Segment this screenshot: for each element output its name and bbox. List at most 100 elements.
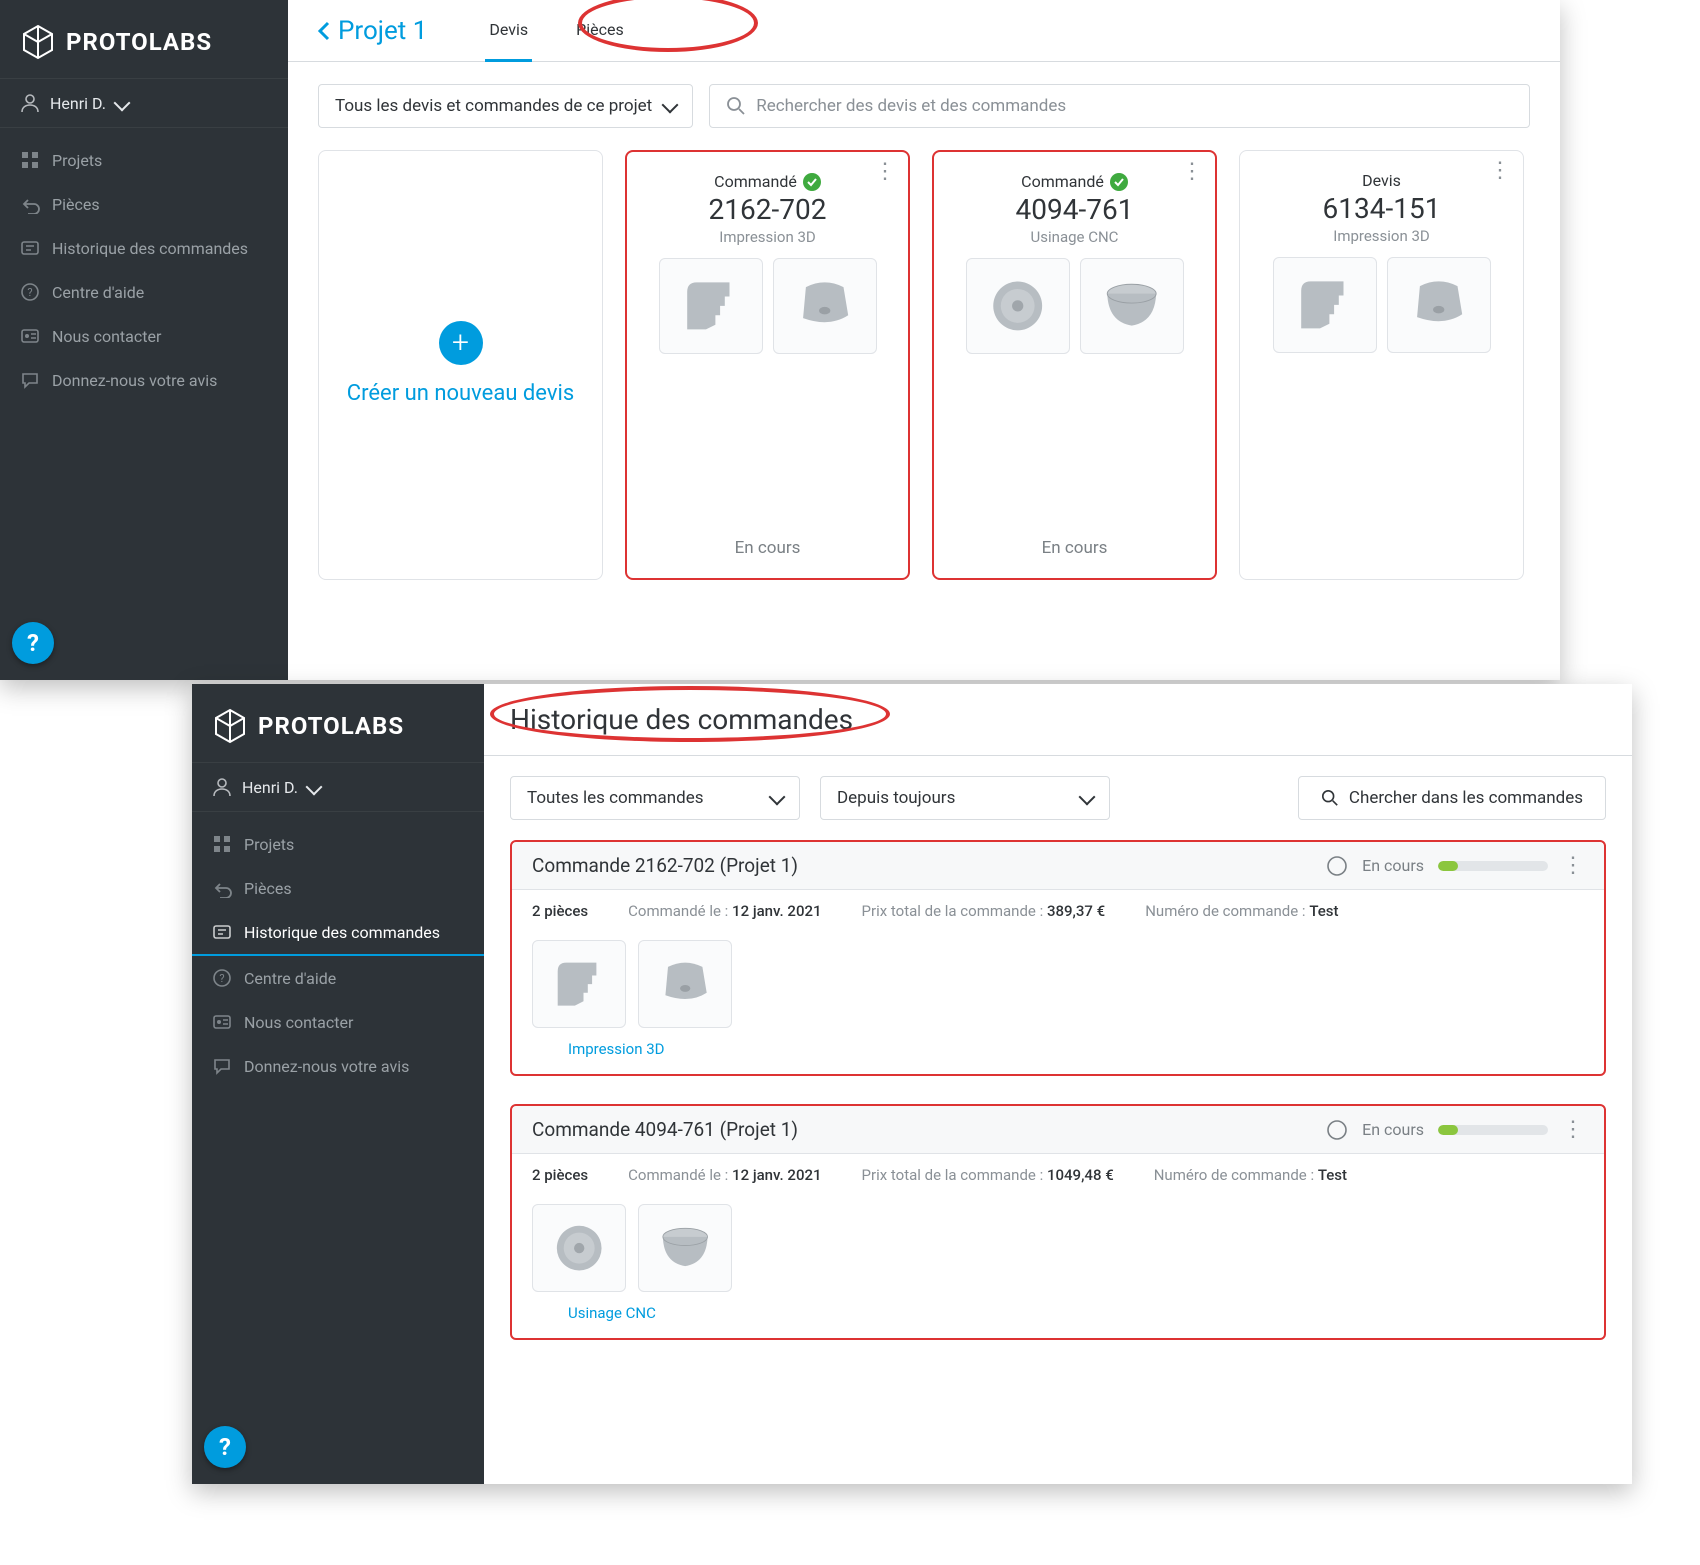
undo-icon bbox=[20, 194, 40, 214]
order-pieces: 2 pièces bbox=[532, 902, 588, 920]
undo-icon bbox=[212, 878, 232, 898]
card-footer-status: En cours bbox=[1042, 538, 1108, 558]
order-menu-button[interactable]: ⋮ bbox=[1562, 860, 1584, 871]
order-title: Commande 4094-761 (Projet 1) bbox=[532, 1118, 798, 1141]
sidebar-item-label: Projets bbox=[244, 835, 294, 854]
help-bubble-button[interactable]: ? bbox=[12, 622, 54, 664]
order-header[interactable]: Commande 4094-761 (Projet 1) En cours ⋮ bbox=[512, 1106, 1604, 1154]
order-title: Commande 2162-702 (Projet 1) bbox=[532, 854, 798, 877]
sidebar-item-label: Centre d'aide bbox=[52, 283, 144, 302]
quote-cards: + Créer un nouveau devis ⋮ Commandé 2162… bbox=[288, 150, 1560, 580]
nav-list: Projets Pièces Historique des commandes … bbox=[192, 812, 484, 1088]
sidebar-item-historique[interactable]: Historique des commandes bbox=[192, 910, 484, 956]
sidebar-item-aide[interactable]: Centre d'aide bbox=[192, 956, 484, 1000]
order-number: Test bbox=[1318, 1166, 1347, 1184]
card-quote-number: 2162-702 bbox=[709, 193, 827, 226]
chevron-down-icon bbox=[771, 788, 783, 808]
contact-icon bbox=[20, 326, 40, 346]
order-number: Test bbox=[1309, 902, 1338, 920]
filter-label: Depuis toujours bbox=[837, 788, 955, 808]
chevron-down-icon bbox=[664, 96, 676, 116]
tab-pieces[interactable]: Pièces bbox=[572, 0, 628, 62]
sidebar: PROTOLABS Henri D. Projets Pièces Histor… bbox=[0, 0, 288, 680]
user-name: Henri D. bbox=[50, 94, 106, 113]
order-meta: 2 pièces Commandé le : 12 janv. 2021 Pri… bbox=[512, 1154, 1604, 1196]
tab-devis[interactable]: Devis bbox=[485, 0, 532, 62]
topbar: Projet 1 Devis Pièces bbox=[288, 0, 1560, 62]
part-thumb bbox=[532, 940, 626, 1028]
search-icon bbox=[1321, 789, 1339, 807]
main-area: Historique des commandes Toutes les comm… bbox=[484, 684, 1632, 1484]
sidebar-item-projets[interactable]: Projets bbox=[0, 138, 288, 182]
user-name: Henri D. bbox=[242, 778, 298, 797]
part-thumb bbox=[1387, 257, 1491, 353]
breadcrumb-back[interactable]: Projet 1 bbox=[298, 16, 445, 46]
filter-select[interactable]: Tous les devis et commandes de ce projet bbox=[318, 84, 693, 128]
quote-card[interactable]: ⋮ Devis 6134-151 Impression 3D bbox=[1239, 150, 1524, 580]
sidebar-item-projets[interactable]: Projets bbox=[192, 822, 484, 866]
grid-icon bbox=[20, 150, 40, 170]
card-technology: Impression 3D bbox=[1333, 227, 1430, 245]
sidebar-item-feedback[interactable]: Donnez-nous votre avis bbox=[192, 1044, 484, 1088]
screenshot-project: PROTOLABS Henri D. Projets Pièces Histor… bbox=[0, 0, 1560, 680]
card-footer-status: En cours bbox=[735, 538, 801, 558]
filter-period-select[interactable]: Depuis toujours bbox=[820, 776, 1110, 820]
part-thumb bbox=[966, 258, 1070, 354]
feedback-icon bbox=[20, 370, 40, 390]
breadcrumb-label: Projet 1 bbox=[338, 16, 427, 46]
help-icon bbox=[20, 282, 40, 302]
sidebar-item-aide[interactable]: Centre d'aide bbox=[0, 270, 288, 314]
progress-bar bbox=[1438, 1125, 1548, 1135]
new-quote-label: Créer un nouveau devis bbox=[347, 379, 574, 410]
search-input[interactable]: Rechercher des devis et des commandes bbox=[709, 84, 1530, 128]
filter-row: Tous les devis et commandes de ce projet… bbox=[288, 62, 1560, 150]
history-icon bbox=[212, 922, 232, 942]
brand-logo-icon bbox=[212, 708, 248, 744]
chevron-down-icon bbox=[116, 94, 128, 113]
sidebar-item-label: Donnez-nous votre avis bbox=[52, 371, 217, 390]
sidebar-item-contact[interactable]: Nous contacter bbox=[0, 314, 288, 358]
order-body: Impression 3D bbox=[512, 932, 1604, 1074]
quote-card[interactable]: ⋮ Commandé 4094-761 Usinage CNC En cours bbox=[932, 150, 1217, 580]
user-icon bbox=[212, 777, 232, 797]
order-card: Commande 4094-761 (Projet 1) En cours ⋮ … bbox=[510, 1104, 1606, 1340]
search-orders-button[interactable]: Chercher dans les commandes bbox=[1298, 776, 1606, 820]
brand: PROTOLABS bbox=[0, 0, 288, 78]
order-card: Commande 2162-702 (Projet 1) En cours ⋮ … bbox=[510, 840, 1606, 1076]
sidebar-item-label: Pièces bbox=[52, 195, 100, 214]
order-header[interactable]: Commande 2162-702 (Projet 1) En cours ⋮ bbox=[512, 842, 1604, 890]
sidebar-item-label: Projets bbox=[52, 151, 102, 170]
sidebar-item-pieces[interactable]: Pièces bbox=[0, 182, 288, 226]
sidebar-item-label: Nous contacter bbox=[244, 1013, 353, 1032]
order-menu-button[interactable]: ⋮ bbox=[1562, 1124, 1584, 1135]
user-menu[interactable]: Henri D. bbox=[192, 762, 484, 812]
sidebar-item-feedback[interactable]: Donnez-nous votre avis bbox=[0, 358, 288, 402]
sidebar-item-pieces[interactable]: Pièces bbox=[192, 866, 484, 910]
order-meta: 2 pièces Commandé le : 12 janv. 2021 Pri… bbox=[512, 890, 1604, 932]
search-icon bbox=[726, 96, 746, 116]
order-status: En cours bbox=[1362, 856, 1424, 875]
card-menu-button[interactable]: ⋮ bbox=[1181, 166, 1203, 177]
card-status: Devis bbox=[1362, 171, 1401, 190]
user-icon bbox=[20, 93, 40, 113]
page-title: Historique des commandes bbox=[510, 703, 853, 736]
feedback-icon bbox=[212, 1056, 232, 1076]
card-menu-button[interactable]: ⋮ bbox=[1489, 165, 1511, 176]
check-icon bbox=[1110, 173, 1128, 191]
brand-name: PROTOLABS bbox=[258, 712, 404, 740]
search-button-label: Chercher dans les commandes bbox=[1349, 788, 1583, 808]
sidebar-item-label: Centre d'aide bbox=[244, 969, 336, 988]
new-quote-card[interactable]: + Créer un nouveau devis bbox=[318, 150, 603, 580]
user-menu[interactable]: Henri D. bbox=[0, 78, 288, 128]
help-bubble-button[interactable]: ? bbox=[204, 1426, 246, 1468]
quote-card[interactable]: ⋮ Commandé 2162-702 Impression 3D En cou… bbox=[625, 150, 910, 580]
sidebar-item-contact[interactable]: Nous contacter bbox=[192, 1000, 484, 1044]
order-pieces: 2 pièces bbox=[532, 1166, 588, 1184]
tabs: Devis Pièces bbox=[485, 0, 627, 62]
card-menu-button[interactable]: ⋮ bbox=[874, 166, 896, 177]
filter-orders-select[interactable]: Toutes les commandes bbox=[510, 776, 800, 820]
part-thumb bbox=[773, 258, 877, 354]
order-status-area: En cours ⋮ bbox=[1326, 1119, 1584, 1141]
sidebar-item-label: Historique des commandes bbox=[244, 923, 440, 942]
sidebar-item-historique[interactable]: Historique des commandes bbox=[0, 226, 288, 270]
